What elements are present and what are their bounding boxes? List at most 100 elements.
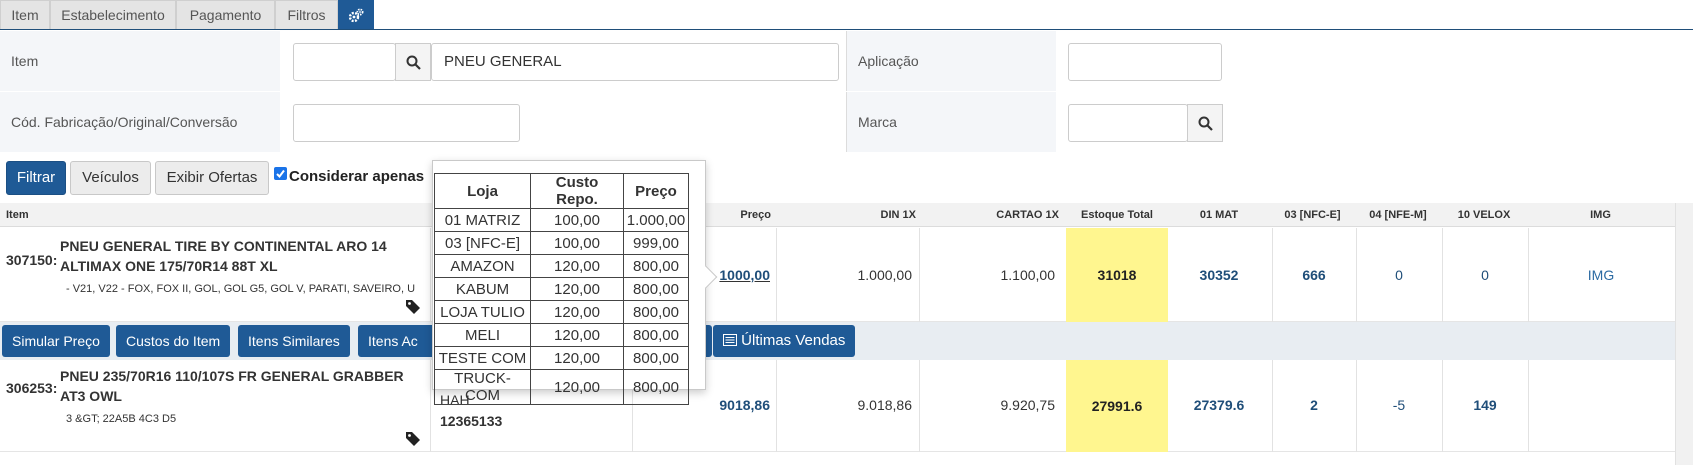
itens-adicionais-button[interactable]: Itens Ac xyxy=(358,325,438,357)
custo: 120,00 xyxy=(530,346,624,370)
custo: 100,00 xyxy=(530,231,624,255)
price-row: MELI 120,00 800,00 xyxy=(434,323,689,347)
preco: 800,00 xyxy=(623,254,689,278)
exibir-ofertas-button[interactable]: Exibir Ofertas xyxy=(155,161,269,195)
header-preco: Preço xyxy=(623,173,689,209)
price-row: 03 [NFC-E] 100,00 999,00 xyxy=(434,231,689,255)
stock-04nfem[interactable]: -5 xyxy=(1356,397,1442,413)
img-link[interactable]: IMG xyxy=(1528,267,1674,283)
col-cartao[interactable]: CARTAO 1X xyxy=(925,203,1059,227)
marca-label: Marca xyxy=(846,92,1056,152)
stock-01mat[interactable]: 30352 xyxy=(1168,267,1270,283)
preco-value[interactable]: 1000,00 xyxy=(719,267,770,283)
stock-03nfce[interactable]: 2 xyxy=(1272,397,1356,413)
din-value: 1.000,00 xyxy=(857,267,913,283)
item-name-line1[interactable]: PNEU GENERAL TIRE BY CONTINENTAL ARO 14 xyxy=(60,238,387,254)
search-icon xyxy=(406,55,421,70)
item-name-line2[interactable]: ALTIMAX ONE 175/70R14 88T XL xyxy=(60,258,278,274)
custos-item-button[interactable]: Custos do Item xyxy=(116,325,231,357)
col-estoque[interactable]: Estoque Total xyxy=(1066,203,1168,227)
price-row: 01 MATRIZ 100,00 1.000,00 xyxy=(434,208,689,232)
tab-estabelecimento[interactable]: Estabelecimento xyxy=(50,0,176,29)
preco: 800,00 xyxy=(623,369,689,405)
custo: 120,00 xyxy=(530,300,624,324)
considerar-checkbox[interactable] xyxy=(274,167,287,180)
col-img[interactable]: IMG xyxy=(1527,203,1674,227)
col-item[interactable]: Item xyxy=(6,203,29,227)
preco-value[interactable]: 9018,86 xyxy=(700,397,770,413)
col-04nfem[interactable]: 04 [NFE-M] xyxy=(1355,203,1441,227)
item-search-button[interactable] xyxy=(395,43,431,81)
stock-04nfem[interactable]: 0 xyxy=(1356,267,1442,283)
form-row-codigo: Cód. Fabricação/Original/Conversão Marca xyxy=(0,92,1693,152)
table-row[interactable]: 306253: PNEU 235/70R16 110/107S FR GENER… xyxy=(0,360,1693,452)
header-custo-repo: Custo Repo. xyxy=(530,173,624,209)
custo: 120,00 xyxy=(530,323,624,347)
ultimas-vendas-button[interactable]: Últimas Vendas xyxy=(713,325,856,357)
cod-fabricacao-label: Cód. Fabricação/Original/Conversão xyxy=(0,92,280,152)
marca-search-button[interactable] xyxy=(1187,104,1223,142)
col-din[interactable]: DIN 1X xyxy=(780,203,916,227)
item-code-input[interactable] xyxy=(293,43,396,81)
loja: KABUM xyxy=(434,277,531,301)
considerar-label: Considerar apenas xyxy=(289,168,425,185)
preco: 800,00 xyxy=(623,323,689,347)
price-table: Loja Custo Repo. Preço 01 MATRIZ 100,00 1.… xyxy=(434,173,689,405)
estoque-total: 27991.6 xyxy=(1066,360,1168,452)
grid-scrollbar[interactable] xyxy=(1675,203,1693,465)
item-reference: 12365133 xyxy=(440,413,503,429)
price-row: AMAZON 120,00 800,00 xyxy=(434,254,689,278)
item-description-input[interactable]: PNEU GENERAL xyxy=(431,43,839,81)
col-preco[interactable]: Preço xyxy=(700,203,771,227)
tab-pagamento[interactable]: Pagamento xyxy=(176,0,275,29)
checkbox-icon xyxy=(276,169,285,179)
loja: 01 MATRIZ xyxy=(434,208,531,232)
tag-icon[interactable] xyxy=(405,430,421,446)
form-row-item: Item PNEU GENERAL Aplicação xyxy=(0,31,1693,91)
stock-10velox[interactable]: 149 xyxy=(1442,397,1528,413)
ultimas-vendas-label: Últimas Vendas xyxy=(741,332,846,349)
col-01mat[interactable]: 01 MAT xyxy=(1168,203,1270,227)
col-03nfce[interactable]: 03 [NFC-E] xyxy=(1270,203,1355,227)
preco: 800,00 xyxy=(623,300,689,324)
cod-fabricacao-input[interactable] xyxy=(293,104,520,142)
item-label: Item xyxy=(0,31,280,91)
custo: 100,00 xyxy=(530,208,624,232)
table-row[interactable]: 307150: PNEU GENERAL TIRE BY CONTINENTAL… xyxy=(0,228,1693,322)
filtrar-button[interactable]: Filtrar xyxy=(6,161,66,195)
stock-01mat[interactable]: 27379.6 xyxy=(1168,397,1270,413)
stock-03nfce[interactable]: 666 xyxy=(1272,267,1356,283)
estoque-total: 31018 xyxy=(1066,228,1168,322)
veiculos-button[interactable]: Veículos xyxy=(70,161,151,195)
stock-10velox[interactable]: 0 xyxy=(1442,267,1528,283)
tab-filtros[interactable]: Filtros xyxy=(275,0,338,29)
tab-item[interactable]: Item xyxy=(0,0,50,29)
item-name-line2[interactable]: AT3 OWL xyxy=(60,388,122,404)
marca-input[interactable] xyxy=(1068,104,1188,142)
custo: 120,00 xyxy=(530,254,624,278)
itens-similares-button[interactable]: Itens Similares xyxy=(238,325,350,357)
price-row: LOJA TULIO 120,00 800,00 xyxy=(434,300,689,324)
loja: 03 [NFC-E] xyxy=(434,231,531,255)
aplicacao-label: Aplicação xyxy=(846,31,1056,91)
simular-preco-button[interactable]: Simular Preço xyxy=(2,325,110,357)
item-name-line1[interactable]: PNEU 235/70R16 110/107S FR GENERAL GRABB… xyxy=(60,368,404,384)
item-action-bar: Simular Preço Custos do Item Itens Simil… xyxy=(0,322,1675,360)
grid-header: Item Preço DIN 1X CARTAO 1X Estoque Tota… xyxy=(0,203,1693,227)
marca-input-cell xyxy=(1056,92,1693,152)
tab-bar: Item Estabelecimento Pagamento Filtros xyxy=(0,0,1693,30)
custo: 120,00 xyxy=(530,277,624,301)
item-code: 306253: xyxy=(6,380,58,396)
item-input-cell: PNEU GENERAL xyxy=(280,31,846,91)
tag-icon[interactable] xyxy=(405,298,421,314)
price-popover: Loja Custo Repo. Preço 01 MATRIZ 100,00 1.… xyxy=(432,160,718,405)
tab-settings[interactable] xyxy=(338,0,374,29)
aplicacao-input[interactable] xyxy=(1068,43,1222,81)
cod-input-cell xyxy=(280,92,846,152)
preco: 800,00 xyxy=(623,277,689,301)
col-10velox[interactable]: 10 VELOX xyxy=(1441,203,1527,227)
din-value: 9.018,86 xyxy=(857,397,913,413)
preco: 999,00 xyxy=(623,231,689,255)
loja: LOJA TULIO xyxy=(434,300,531,324)
preco: 1.000,00 xyxy=(623,208,689,232)
